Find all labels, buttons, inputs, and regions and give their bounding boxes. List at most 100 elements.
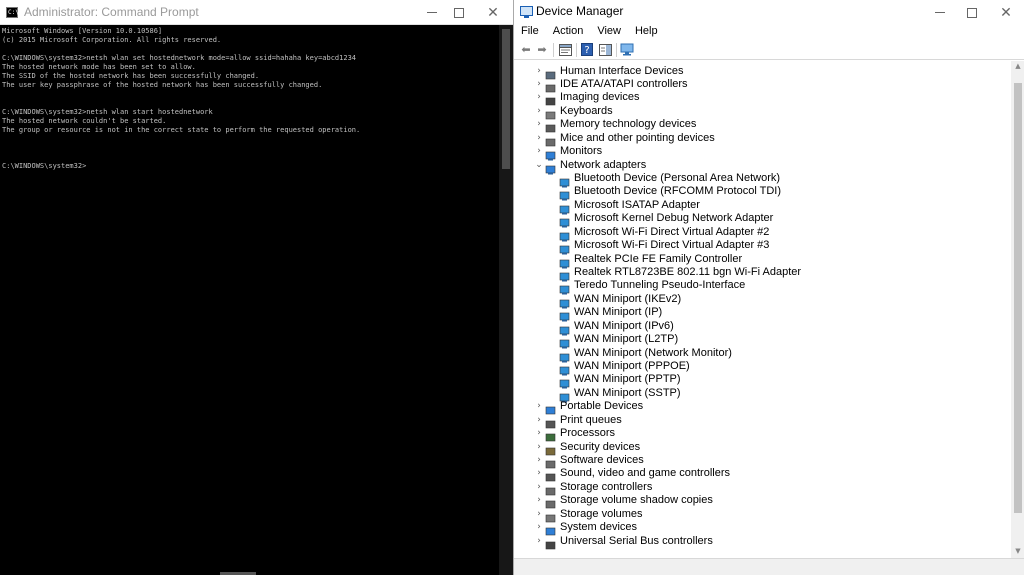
menu-file[interactable]: File [521, 23, 539, 40]
tree-category[interactable]: › Imaging devices [533, 91, 640, 106]
tree-device[interactable]: Microsoft Wi-Fi Direct Virtual Adapter #… [559, 225, 769, 242]
help-icon[interactable]: ? [580, 43, 594, 56]
device-tree[interactable]: › Human Interface Devices › IDE ATA/ATAPI c… [514, 61, 1011, 575]
dm-scroll-thumb[interactable] [1014, 83, 1022, 513]
chevron-right-icon[interactable]: › [533, 92, 545, 102]
tree-device[interactable]: Microsoft Kernel Debug Network Adapter [559, 212, 773, 228]
tree-device[interactable]: WAN Miniport (L2TP) [559, 333, 678, 349]
tree-category[interactable]: › Print queues [533, 413, 622, 428]
tree-category[interactable]: › Software devices [533, 453, 644, 469]
tree-device[interactable]: WAN Miniport (IPv6) [559, 319, 674, 336]
action-pane-icon[interactable] [598, 43, 612, 56]
tree-item-label: Bluetooth Device (RFCOMM Protocol TDI) [574, 185, 782, 198]
tree-device[interactable]: WAN Miniport (PPPOE) [559, 359, 690, 376]
adapter-icon [559, 348, 570, 363]
tree-category[interactable]: › Mice and other pointing devices [533, 131, 715, 146]
tree-item-label: Portable Devices [560, 400, 644, 413]
tree-category[interactable]: › Processors [533, 427, 615, 442]
chevron-right-icon[interactable]: › [533, 482, 545, 492]
scan-hardware-icon[interactable] [620, 43, 634, 56]
adapter-icon [559, 213, 570, 228]
tree-item-label: Imaging devices [560, 91, 640, 104]
tree-category[interactable]: › Memory technology devices [533, 118, 697, 133]
tree-item-label: WAN Miniport (IP) [574, 306, 663, 319]
chevron-right-icon[interactable]: › [533, 79, 545, 89]
tree-device[interactable]: Realtek PCIe FE Family Controller [559, 252, 742, 269]
chevron-right-icon[interactable]: › [533, 442, 545, 452]
tree-category[interactable]: › Universal Serial Bus controllers [533, 534, 713, 549]
minimize-icon [427, 12, 437, 13]
tree-device[interactable]: Teredo Tunneling Pseudo-Interface [559, 279, 745, 295]
maximize-icon [967, 7, 977, 18]
back-arrow-icon[interactable]: ⬅ [519, 43, 533, 56]
dm-maximize-button[interactable] [955, 0, 989, 25]
tree-item-label: Memory technology devices [560, 118, 697, 131]
chevron-right-icon[interactable]: › [533, 468, 545, 478]
close-icon: ✕ [487, 4, 499, 21]
adapter-icon [559, 280, 570, 295]
properties-icon[interactable] [558, 43, 572, 56]
dm-close-button[interactable]: ✕ [989, 0, 1023, 25]
adapter-icon [559, 294, 570, 309]
chevron-right-icon[interactable]: › [533, 428, 545, 438]
cmd-scroll-thumb[interactable] [502, 29, 510, 169]
console-line: C:\WINDOWS\system32> [2, 162, 87, 170]
dm-titlebar[interactable]: Device Manager ✕ [514, 0, 1024, 23]
tree-category[interactable]: › Storage controllers [533, 480, 652, 496]
adapter-icon [559, 374, 570, 389]
cmd-maximize-button[interactable] [442, 0, 476, 25]
chevron-right-icon[interactable]: › [533, 119, 545, 129]
chevron-right-icon[interactable]: › [533, 455, 545, 465]
chevron-right-icon[interactable]: › [533, 106, 545, 116]
tree-category[interactable]: › Keyboards [533, 104, 613, 120]
tree-category[interactable]: › Portable Devices [533, 400, 644, 415]
dm-window-title: Device Manager [536, 4, 624, 18]
tree-category[interactable]: › Sound, video and game controllers [533, 467, 730, 482]
chevron-right-icon[interactable]: › [533, 495, 545, 505]
chevron-right-icon[interactable]: › [533, 66, 545, 76]
tree-device[interactable]: Realtek RTL8723BE 802.11 bgn Wi-Fi Adapt… [559, 265, 801, 282]
chevron-right-icon[interactable]: › [533, 146, 545, 156]
chevron-right-icon[interactable]: › [533, 415, 545, 425]
tree-category[interactable]: › Monitors [533, 145, 602, 161]
tree-device[interactable]: WAN Miniport (Network Monitor) [559, 346, 732, 363]
tree-device[interactable]: WAN Miniport (PPTP) [559, 373, 681, 389]
dm-minimize-button[interactable] [923, 0, 957, 25]
tree-category[interactable]: › Storage volumes [533, 507, 643, 522]
dm-vertical-scrollbar[interactable]: ▲ ▼ [1011, 61, 1024, 558]
tree-item-label: Bluetooth Device (Personal Area Network) [574, 171, 781, 184]
forward-arrow-icon[interactable]: ➡ [535, 43, 549, 56]
toolbar-separator [553, 43, 554, 57]
menu-help[interactable]: Help [635, 23, 658, 40]
tree-device[interactable]: WAN Miniport (IP) [559, 306, 663, 322]
tree-device[interactable]: WAN Miniport (IKEv2) [559, 292, 681, 309]
menu-view[interactable]: View [597, 23, 621, 40]
tree-device[interactable]: Bluetooth Device (RFCOMM Protocol TDI) [559, 185, 782, 201]
chevron-down-icon[interactable]: ⌄ [533, 160, 545, 170]
menu-action[interactable]: Action [553, 23, 584, 40]
chevron-right-icon[interactable]: › [533, 509, 545, 519]
tree-category[interactable]: › Human Interface Devices [533, 64, 684, 79]
chevron-right-icon[interactable]: › [533, 522, 545, 532]
tree-category[interactable]: › Security devices [533, 440, 640, 455]
chevron-right-icon[interactable]: › [533, 133, 545, 143]
tree-category-expanded[interactable]: ⌄ Network adapters [533, 158, 646, 174]
cmd-titlebar[interactable]: C:\ Administrator: Command Prompt ✕ [0, 0, 513, 25]
chevron-right-icon[interactable]: › [533, 536, 545, 546]
scroll-down-icon[interactable]: ▼ [1011, 547, 1024, 557]
tree-device[interactable]: Bluetooth Device (Personal Area Network) [559, 171, 781, 188]
cmd-vertical-scrollbar[interactable] [499, 25, 513, 575]
tree-item-label: Software devices [560, 453, 644, 466]
tree-item-label: WAN Miniport (IPv6) [574, 319, 674, 332]
tree-device[interactable]: WAN Miniport (SSTP) [559, 386, 681, 403]
tree-device[interactable]: Microsoft ISATAP Adapter [559, 198, 700, 215]
tree-device[interactable]: Microsoft Wi-Fi Direct Virtual Adapter #… [559, 239, 769, 255]
chevron-right-icon[interactable]: › [533, 401, 545, 411]
cmd-close-button[interactable]: ✕ [476, 0, 510, 25]
scroll-up-icon[interactable]: ▲ [1011, 62, 1024, 72]
tree-category[interactable]: › IDE ATA/ATAPI controllers [533, 77, 688, 93]
cmd-console-output[interactable]: Microsoft Windows [Version 10.0.10586] (c… [0, 25, 497, 575]
portable-device-icon [545, 401, 556, 415]
tree-category[interactable]: › System devices [533, 521, 637, 536]
tree-category[interactable]: › Storage volume shadow copies [533, 494, 713, 509]
